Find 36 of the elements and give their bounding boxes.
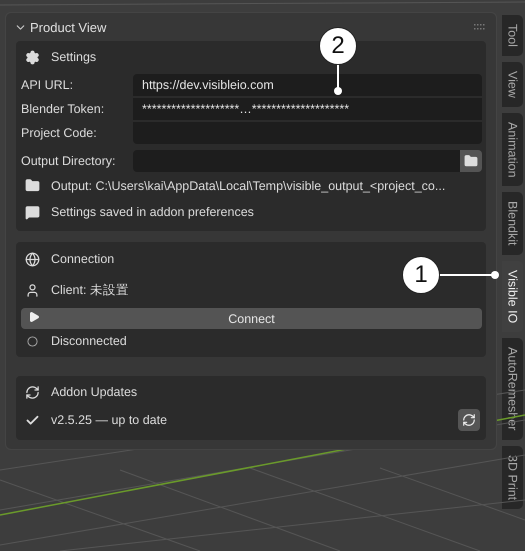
play-icon bbox=[28, 311, 40, 323]
gear-icon bbox=[24, 50, 40, 64]
folder-icon bbox=[464, 154, 478, 168]
refresh-icon bbox=[462, 413, 476, 427]
output-path: Output: C:\Users\kai\AppData\Local\Temp\visible_output_<project_co... bbox=[51, 178, 446, 192]
folder-icon bbox=[24, 178, 40, 193]
leader-line bbox=[438, 271, 500, 279]
user-icon bbox=[24, 282, 40, 298]
field-label: Project Code: bbox=[21, 126, 98, 140]
globe-icon bbox=[24, 252, 40, 266]
input-field[interactable]: https://dev.visibleio.com bbox=[133, 74, 482, 96]
refresh-button[interactable] bbox=[458, 409, 480, 431]
status-circle-icon bbox=[26, 336, 38, 346]
sidebar-tab[interactable]: View bbox=[502, 62, 523, 107]
client-label: Client: 未設置 bbox=[51, 282, 129, 298]
connect-button[interactable]: Connect bbox=[21, 308, 482, 329]
section-title: Settings bbox=[51, 50, 96, 64]
grip-icon[interactable] bbox=[474, 24, 486, 30]
sidebar-tab[interactable]: Tool bbox=[502, 15, 523, 56]
panel-title: Product View bbox=[30, 20, 108, 34]
refresh-icon bbox=[24, 384, 40, 400]
folder-button[interactable] bbox=[460, 150, 482, 172]
field-label: API URL: bbox=[21, 78, 74, 92]
field-label: Blender Token: bbox=[21, 102, 106, 116]
input-field[interactable]: ********************…******************** bbox=[133, 98, 482, 120]
update-status: v2.5.25 — up to date bbox=[51, 413, 168, 427]
section-title: Addon Updates bbox=[51, 385, 138, 399]
sidebar-tab[interactable]: Blendkit bbox=[502, 192, 523, 255]
directory-field[interactable] bbox=[133, 150, 460, 172]
info-message: Settings saved in addon preferences bbox=[51, 205, 254, 219]
field-label: Output Directory: bbox=[21, 154, 116, 168]
section-title: Connection bbox=[51, 252, 114, 266]
sidebar-tab[interactable]: 3D Print bbox=[502, 446, 523, 509]
sidebar-tab[interactable]: AutoRemesher bbox=[502, 338, 523, 440]
sidebar-tab[interactable]: Animation bbox=[502, 112, 523, 186]
connection-status: Disconnected bbox=[51, 334, 127, 348]
